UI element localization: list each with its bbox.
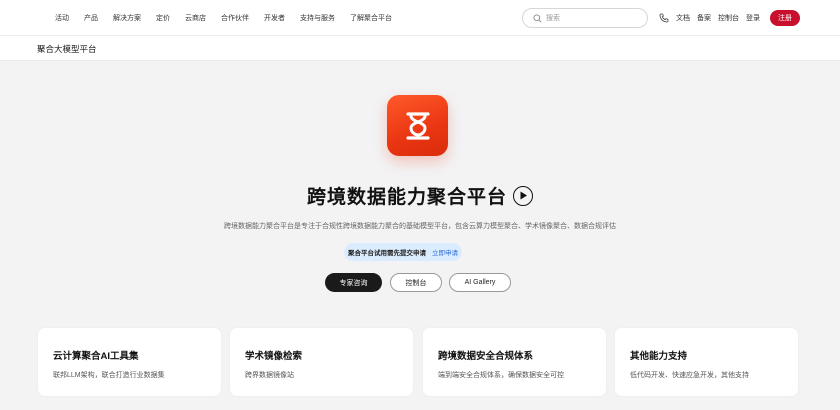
nav-item-partners[interactable]: 合作伙伴 [221, 13, 249, 23]
nav-item-activities[interactable]: 活动 [55, 13, 69, 23]
hero-heading: 跨境数据能力聚合平台 [0, 182, 840, 209]
feature-card[interactable]: 云计算聚合AI工具集 联邦LLM架构，联合打造行业数据集 [37, 327, 222, 397]
card-title: 其他能力支持 [630, 351, 688, 362]
feature-card[interactable]: 学术镜像检索 跨界数据镜像站 [229, 327, 414, 397]
search-input[interactable]: 搜索 [522, 8, 648, 28]
expert-consult-button[interactable]: 专家咨询 [325, 273, 382, 292]
trial-notice-banner[interactable]: 聚合平台试用需先提交申请 立即申请 [344, 243, 462, 261]
docs-link[interactable]: 文档 [676, 13, 690, 23]
hourglass-logo-icon [387, 95, 448, 156]
nav-item-about[interactable]: 了解聚合平台 [350, 13, 392, 23]
filing-link[interactable]: 备案 [697, 13, 711, 23]
main-nav: 活动 产品 解决方案 定价 云商店 合作伙伴 开发者 支持与服务 了解聚合平台 [55, 0, 407, 36]
sub-header: 聚合大模型平台 [0, 36, 840, 61]
card-description: 跨界数据镜像站 [245, 372, 294, 379]
console-link[interactable]: 控制台 [718, 13, 739, 23]
play-video-button[interactable] [513, 185, 533, 206]
login-link[interactable]: 登录 [746, 13, 760, 23]
hourglass-icon [405, 111, 430, 140]
top-navbar: 活动 产品 解决方案 定价 云商店 合作伙伴 开发者 支持与服务 了解聚合平台 … [0, 0, 840, 36]
nav-item-developers[interactable]: 开发者 [264, 13, 285, 23]
card-title: 跨境数据安全合规体系 [438, 351, 534, 362]
search-icon [533, 13, 542, 23]
feature-card[interactable]: 跨境数据安全合规体系 端到端安全合规体系，确保数据安全可控 [422, 327, 607, 397]
page-title: 聚合大模型平台 [37, 44, 97, 54]
nav-item-pricing[interactable]: 定价 [156, 13, 170, 23]
hero-description: 跨境数据能力聚合平台是专注于合规性跨境数据能力聚合的基础模型平台，包含云算力模型… [224, 223, 616, 230]
hero-title-text: 跨境数据能力聚合平台 [306, 187, 507, 208]
nav-item-solutions[interactable]: 解决方案 [113, 13, 141, 23]
notice-text: 聚合平台试用需先提交申请 [348, 250, 426, 257]
card-description: 联邦LLM架构，联合打造行业数据集 [53, 372, 165, 379]
console-button[interactable]: 控制台 [390, 273, 442, 292]
card-title: 学术镜像检索 [245, 351, 303, 362]
nav-item-products[interactable]: 产品 [84, 13, 98, 23]
card-title: 云计算聚合AI工具集 [53, 351, 139, 362]
play-icon [520, 191, 527, 199]
card-description: 端到端安全合规体系，确保数据安全可控 [438, 372, 564, 379]
feature-card[interactable]: 其他能力支持 低代码开发、快速应急开发，其他支持 [614, 327, 799, 397]
ai-gallery-button[interactable]: AI Gallery [449, 273, 511, 292]
nav-item-marketplace[interactable]: 云商店 [185, 13, 206, 23]
card-description: 低代码开发、快速应急开发，其他支持 [630, 372, 749, 379]
apply-now-link[interactable]: 立即申请 [432, 247, 458, 257]
search-placeholder: 搜索 [546, 15, 560, 22]
nav-item-support[interactable]: 支持与服务 [300, 13, 335, 23]
register-button[interactable]: 注册 [770, 10, 800, 26]
phone-icon[interactable] [659, 13, 669, 23]
